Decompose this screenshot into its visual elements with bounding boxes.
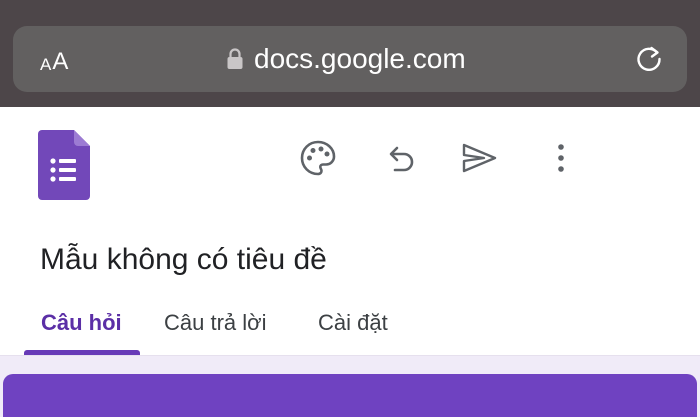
more-vert-icon[interactable] [542,139,580,177]
text-size-large-glyph: A [52,48,69,75]
tab-responses[interactable]: Câu trả lời [164,310,266,336]
form-tabs: Câu hỏi Câu trả lời Cài đặt [0,300,700,356]
text-size-button[interactable]: A A [40,47,69,75]
send-icon[interactable] [460,139,498,177]
tab-settings[interactable]: Cài đặt [318,310,388,336]
browser-toolbar: A A docs.google.com [0,0,700,107]
google-forms-logo [38,130,90,200]
tab-questions[interactable]: Câu hỏi [41,310,122,336]
address-field[interactable]: docs.google.com [226,42,466,76]
palette-icon[interactable] [299,139,337,177]
text-size-small-glyph: A [40,55,52,74]
undo-icon[interactable] [381,139,419,177]
form-title[interactable]: Mẫu không có tiêu đề [40,243,327,277]
form-header-card [3,374,697,417]
reload-icon[interactable] [632,42,666,76]
address-text: docs.google.com [254,43,466,74]
lock-icon [227,48,243,69]
